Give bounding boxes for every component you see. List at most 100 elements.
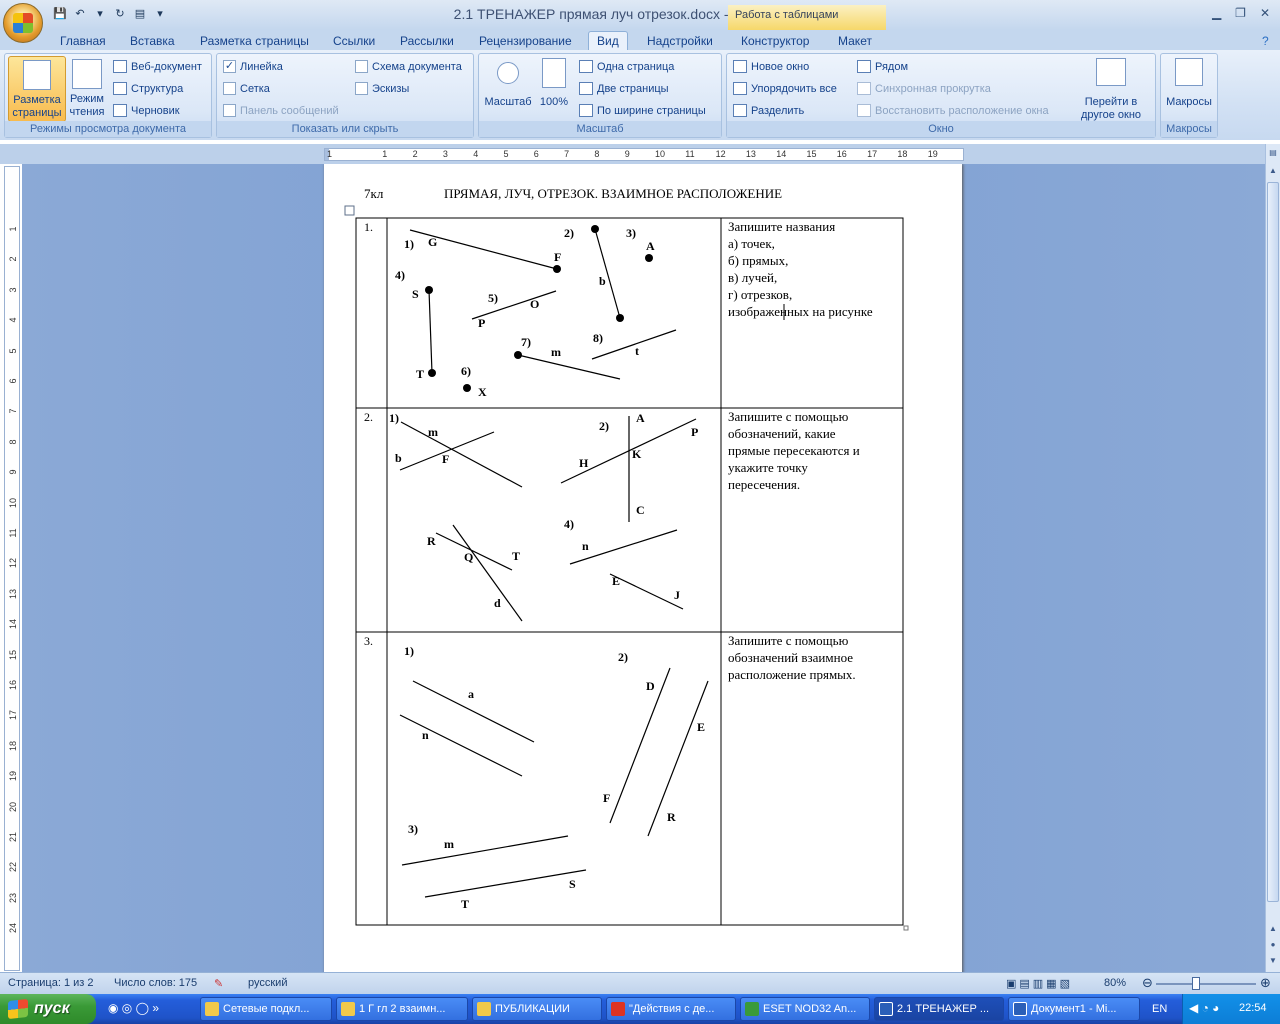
taskbar-item[interactable]: Документ1 - Mi...	[1008, 997, 1140, 1021]
minimize-icon[interactable]: ▁	[1212, 6, 1221, 20]
zoom-out-icon[interactable]: ⊖	[1142, 975, 1153, 991]
svg-text:F: F	[442, 452, 449, 466]
message-bar-checkbox[interactable]: Панель сообщений	[223, 104, 339, 117]
next-page-icon[interactable]: ▼	[1267, 956, 1279, 968]
table-move-handle[interactable]	[344, 205, 355, 216]
tab-home[interactable]: Главная	[60, 32, 106, 50]
vertical-scrollbar[interactable]: ▤ ▲ ▲ ● ▼	[1265, 144, 1280, 972]
svg-text:б) прямых,: б) прямых,	[728, 253, 788, 268]
svg-text:G: G	[428, 235, 437, 249]
ruler-number: 9	[624, 149, 630, 159]
word-count[interactable]: Число слов: 175	[114, 977, 197, 989]
horizontal-ruler[interactable]: 1 1 2 3 4 5 6 7 8 9 10 11 12 13 14 15 16 17 18 19	[0, 144, 1265, 164]
tab-review[interactable]: Рецензирование	[479, 32, 572, 50]
zoom-slider-knob[interactable]	[1192, 977, 1200, 990]
ruler-checkbox[interactable]: ✓ Линейка	[223, 60, 283, 73]
reading-mode-button[interactable]: Режим чтения	[67, 59, 107, 119]
ruler-number: 17	[8, 710, 18, 721]
browse-object-icon[interactable]: ●	[1267, 940, 1279, 952]
check-icon: ✓	[223, 60, 236, 73]
table-resize-handle[interactable]	[903, 925, 909, 931]
side-by-side-button[interactable]: Рядом	[857, 60, 908, 73]
ruler-number: 18	[8, 740, 18, 751]
tab-insert[interactable]: Вставка	[130, 32, 175, 50]
taskbar-item[interactable]: ESET NOD32 An...	[740, 997, 870, 1021]
svg-text:Запишите названия: Запишите названия	[728, 219, 835, 234]
tab-view[interactable]: Вид	[588, 31, 628, 50]
tab-addins[interactable]: Надстройки	[647, 32, 713, 50]
view-buttons-icon[interactable]: ▣▤▥▦▧	[1006, 977, 1073, 990]
zoom-in-icon[interactable]: ⊕	[1260, 975, 1271, 991]
zoom-button[interactable]: Масштаб	[481, 58, 535, 109]
previous-page-icon[interactable]: ▲	[1267, 924, 1279, 936]
web-layout-button[interactable]: Веб-документ	[113, 60, 202, 73]
start-button[interactable]: пуск	[0, 994, 96, 1024]
language[interactable]: русский	[248, 977, 287, 989]
help-icon[interactable]: ?	[1262, 32, 1269, 50]
taskbar-item-active[interactable]: 2.1 ТРЕНАЖЕР ...	[874, 997, 1004, 1021]
svg-text:прямые пересекаются и: прямые пересекаются и	[728, 443, 860, 458]
scroll-up-icon[interactable]: ▲	[1267, 166, 1279, 178]
maximize-icon[interactable]: ❐	[1235, 6, 1246, 20]
ruler-number: 8	[8, 439, 18, 445]
svg-text:5): 5)	[488, 291, 498, 305]
macros-button[interactable]: Макросы	[1163, 58, 1215, 109]
sync-scroll-button[interactable]: Синхронная прокрутка	[857, 82, 991, 95]
vertical-ruler[interactable]: 1 2 3 4 5 6 7 8 9 10 11 12 13 14 15 16 17 18 19 20 21 22 23 24	[4, 166, 20, 971]
arrange-all-icon	[733, 82, 747, 95]
page-count[interactable]: Страница: 1 из 2	[8, 977, 94, 989]
tab-page-layout[interactable]: Разметка страницы	[200, 32, 309, 50]
close-icon[interactable]: ✕	[1260, 6, 1270, 20]
grid-checkbox[interactable]: Сетка	[223, 82, 270, 95]
new-window-button[interactable]: Новое окно	[733, 60, 809, 73]
group-title: Режимы просмотра документа	[5, 121, 211, 137]
arrange-all-button[interactable]: Упорядочить все	[733, 82, 837, 95]
tab-layout[interactable]: Макет	[838, 32, 872, 50]
scroll-thumb[interactable]	[1267, 182, 1279, 902]
side-by-side-icon	[857, 60, 871, 73]
clock: 22:54	[1239, 1002, 1267, 1014]
taskbar-item[interactable]: 1 Г гл 2 взаимн...	[336, 997, 468, 1021]
tab-mailings[interactable]: Рассылки	[400, 32, 454, 50]
svg-text:4): 4)	[564, 517, 574, 531]
switch-windows-button[interactable]: Перейти в другое окно	[1073, 58, 1149, 122]
split-icon	[733, 104, 747, 117]
ruler-number: 7	[564, 149, 570, 159]
document-map-checkbox[interactable]: Схема документа	[355, 60, 462, 73]
reset-window-position-button[interactable]: Восстановить расположение окна	[857, 104, 1049, 117]
ribbon: Разметка страницы Режим чтения Веб-докум…	[0, 50, 1280, 140]
document-area[interactable]: 7кл ПРЯМАЯ, ЛУЧ, ОТРЕЗОК. ВЗАИМНОЕ РАСПО…	[22, 164, 1265, 972]
task-text-2: Запишите с помощью обозначений, какие пр…	[728, 409, 860, 492]
draft-button[interactable]: Черновик	[113, 104, 180, 117]
ruler-number: 10	[655, 149, 666, 159]
ruler-number: 18	[897, 149, 908, 159]
svg-text:X: X	[478, 385, 487, 399]
language-indicator[interactable]: EN	[1152, 1003, 1167, 1015]
tab-references[interactable]: Ссылки	[333, 32, 375, 50]
outline-button[interactable]: Структура	[113, 82, 183, 95]
quick-launch-icons[interactable]: ◉ ◎ ◯ »	[108, 1001, 159, 1015]
thumbnails-checkbox[interactable]: Эскизы	[355, 82, 409, 95]
zoom-100-button[interactable]: 100%	[537, 58, 571, 109]
ruler-number: 3	[442, 149, 448, 159]
taskbar-item[interactable]: Сетевые подкл...	[200, 997, 332, 1021]
web-layout-icon	[113, 60, 127, 73]
ruler-toggle-icon[interactable]: ▤	[1267, 148, 1279, 160]
office-button[interactable]	[3, 3, 43, 43]
split-button[interactable]: Разделить	[733, 104, 804, 117]
svg-text:S: S	[412, 287, 419, 301]
taskbar-item[interactable]: "Действия с де...	[606, 997, 736, 1021]
zoom-level[interactable]: 80%	[1104, 977, 1126, 989]
taskbar-item[interactable]: ПУБЛИКАЦИИ	[472, 997, 602, 1021]
svg-text:2): 2)	[564, 226, 574, 240]
print-layout-button[interactable]: Разметка страницы	[8, 56, 66, 122]
page-width-button[interactable]: По ширине страницы	[579, 104, 706, 117]
svg-text:обозначений, какие: обозначений, какие	[728, 426, 836, 441]
one-page-button[interactable]: Одна страница	[579, 60, 674, 73]
spelling-icon[interactable]: ✎	[214, 977, 223, 990]
tab-design[interactable]: Конструктор	[741, 32, 809, 50]
tray-icons[interactable]: ◀ ◔ ◕	[1189, 1001, 1219, 1015]
document-page[interactable]: 7кл ПРЯМАЯ, ЛУЧ, ОТРЕЗОК. ВЗАИМНОЕ РАСПО…	[324, 164, 962, 972]
zoom-slider[interactable]: ⊖ ⊕	[1142, 975, 1272, 991]
two-pages-button[interactable]: Две страницы	[579, 82, 669, 95]
